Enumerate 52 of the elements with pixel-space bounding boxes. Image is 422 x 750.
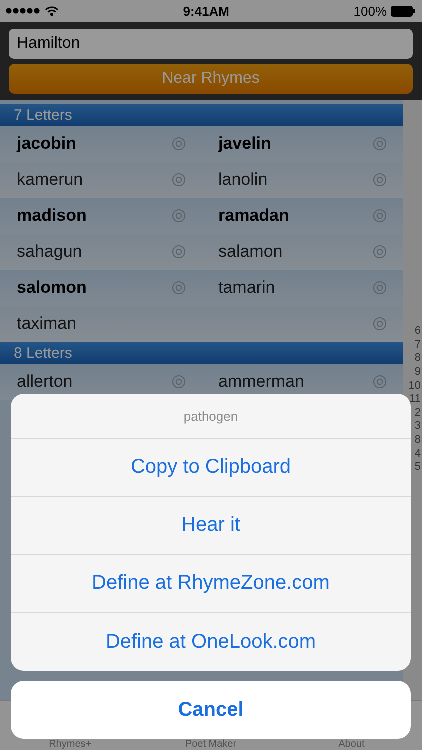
action-button[interactable]: Define at RhymeZone.com: [11, 555, 411, 613]
word-label[interactable]: madison: [17, 206, 87, 226]
target-icon[interactable]: [172, 137, 186, 151]
target-icon[interactable]: [172, 173, 186, 187]
word-label[interactable]: jacobin: [17, 134, 77, 154]
word-label[interactable]: salamon: [218, 242, 283, 262]
tab-label[interactable]: Rhymes+: [0, 740, 141, 750]
index-label[interactable]: 7: [414, 338, 421, 352]
word-label[interactable]: ramadan: [218, 206, 290, 226]
target-icon[interactable]: [373, 137, 387, 151]
cancel-button[interactable]: Cancel: [11, 681, 411, 739]
index-label[interactable]: 8: [414, 434, 421, 448]
section-header: 7 Letters: [0, 104, 403, 126]
action-button[interactable]: Hear it: [11, 497, 411, 555]
word-label[interactable]: lanolin: [218, 170, 268, 190]
word-label[interactable]: ammerman: [218, 372, 304, 392]
target-icon[interactable]: [172, 209, 186, 223]
index-label[interactable]: 10: [408, 380, 421, 394]
action-button[interactable]: Copy to Clipboard: [11, 439, 411, 497]
word-label[interactable]: allerton: [17, 372, 73, 392]
index-label[interactable]: 4: [414, 448, 421, 462]
index-label[interactable]: 8: [414, 352, 421, 366]
target-icon[interactable]: [373, 317, 387, 331]
target-icon[interactable]: [373, 245, 387, 259]
index-label[interactable]: 2: [414, 406, 421, 420]
word-label[interactable]: kamerun: [17, 170, 84, 190]
target-icon[interactable]: [373, 281, 387, 295]
target-icon[interactable]: [172, 375, 186, 389]
word-label[interactable]: javelin: [218, 134, 272, 154]
sheet-title: pathogen: [11, 394, 411, 439]
word-label[interactable]: taximan: [17, 314, 77, 334]
target-icon[interactable]: [172, 245, 186, 259]
battery-icon: [391, 6, 416, 16]
index-label[interactable]: 6: [414, 325, 421, 339]
battery-percent: 100%: [354, 4, 387, 18]
section-header: 8 Letters: [0, 342, 403, 364]
index-label[interactable]: 5: [414, 461, 421, 475]
target-icon[interactable]: [373, 375, 387, 389]
search-field[interactable]: Hamilton: [9, 29, 413, 59]
index-label[interactable]: 3: [414, 420, 421, 434]
word-label[interactable]: salomon: [17, 278, 87, 298]
word-label[interactable]: tamarin: [218, 278, 276, 298]
index-label[interactable]: 9: [414, 366, 421, 380]
target-icon[interactable]: [172, 281, 186, 295]
signal-icon: [6, 8, 40, 14]
word-label[interactable]: sahagun: [17, 242, 82, 262]
status-time: 9:41AM: [183, 4, 230, 18]
tab-label[interactable]: About: [281, 740, 422, 750]
target-icon[interactable]: [373, 209, 387, 223]
target-icon[interactable]: [373, 173, 387, 187]
tab-label[interactable]: Poet Maker: [140, 740, 282, 750]
wifi-icon: [45, 6, 59, 16]
